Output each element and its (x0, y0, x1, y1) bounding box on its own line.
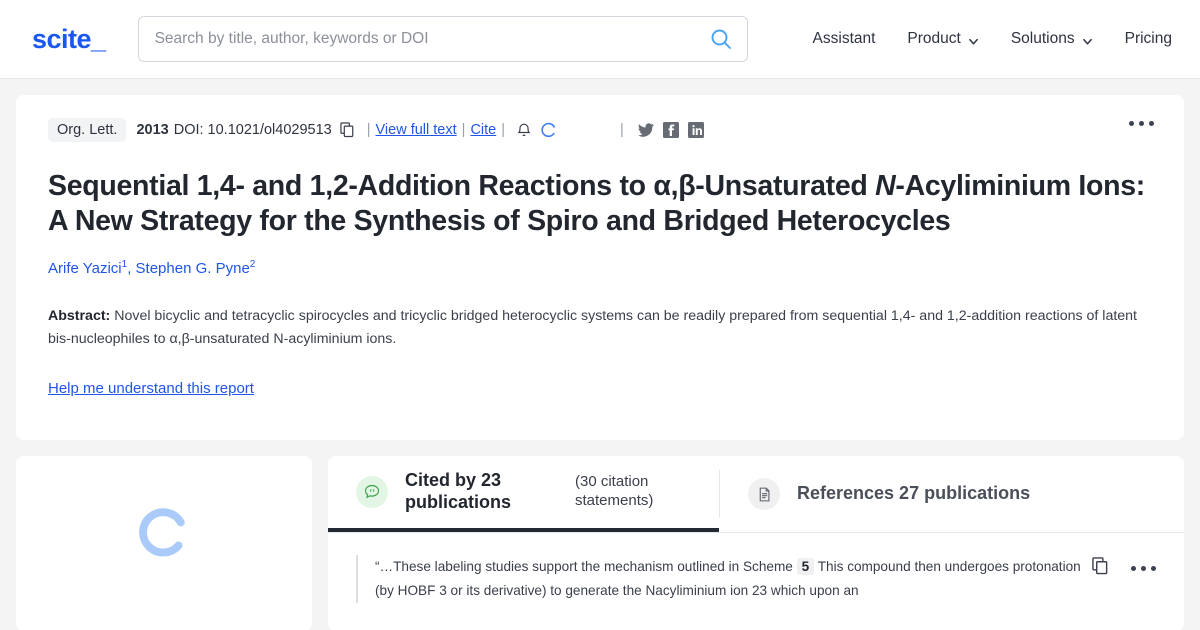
help-understand-report-link[interactable]: Help me understand this report (48, 380, 254, 397)
author-link-1[interactable]: Arife Yazici1 (48, 259, 127, 277)
dot (1149, 121, 1154, 126)
dot (1129, 121, 1134, 126)
tab-references[interactable]: References 27 publications (720, 456, 1054, 532)
tab-label-references: References 27 publications (797, 483, 1031, 504)
citation-statement: “…These labeling studies support the mec… (328, 533, 1184, 604)
twitter-icon[interactable] (637, 122, 654, 138)
author-affiliation-2: 2 (249, 258, 256, 270)
search-bar[interactable] (137, 16, 748, 62)
statement-actions (1092, 555, 1156, 580)
scite-logo[interactable]: scite_ (32, 24, 106, 55)
citations-panel: Cited by 23 publications (30 citation st… (328, 456, 1184, 630)
doi-text: DOI: 10.1021/ol4029513 (173, 122, 332, 138)
linkedin-icon[interactable] (687, 122, 704, 138)
citation-tabs: Cited by 23 publications (30 citation st… (328, 456, 1184, 533)
journal-badge[interactable]: Org. Lett. (48, 118, 127, 142)
title-part-1: Sequential 1,4- and 1,2-Addition Reactio… (48, 170, 876, 202)
chevron-down-icon (968, 34, 979, 45)
top-header: scite_ Assistant Product Solutions Pr (0, 0, 1200, 79)
page-title: Sequential 1,4- and 1,2-Addition Reactio… (48, 169, 1152, 239)
meta-separator: | (501, 122, 506, 138)
main-navigation: Assistant Product Solutions Pricing (813, 30, 1172, 48)
dot (1139, 121, 1144, 126)
author-separator: , (127, 259, 136, 277)
dot (1131, 566, 1136, 571)
abstract-text: Abstract: Novel bicyclic and tetracyclic… (48, 305, 1152, 351)
meta-separator: | (620, 122, 624, 138)
search-input[interactable] (154, 30, 709, 48)
citation-quote: “…These labeling studies support the mec… (356, 555, 1092, 604)
lower-section: Cited by 23 publications (30 citation st… (16, 456, 1184, 630)
document-icon (748, 478, 780, 510)
search-icon[interactable] (709, 27, 733, 51)
tab-sublabel-cited-by: (30 citation statements) (575, 473, 654, 509)
abstract-body: Novel bicyclic and tetracyclic spirocycl… (48, 307, 1137, 347)
nav-label-pricing: Pricing (1124, 30, 1172, 47)
citation-statement-text: “…These labeling studies support the mec… (375, 555, 1092, 603)
nav-label-product: Product (907, 30, 961, 47)
statement-highlight: 5 (796, 558, 815, 575)
loading-spinner-icon (541, 122, 557, 138)
social-share-group (637, 122, 704, 138)
nav-item-pricing[interactable]: Pricing (1125, 30, 1172, 48)
nav-item-assistant[interactable]: Assistant (813, 30, 876, 48)
citation-quote-icon (356, 476, 388, 508)
nav-label-assistant: Assistant (812, 30, 876, 47)
paper-meta-row: Org. Lett. 2013 DOI: 10.1021/ol4029513 |… (48, 115, 1152, 145)
sidebar-panel (16, 456, 312, 630)
title-italic-n: N (875, 170, 896, 202)
abstract-label: Abstract: (48, 307, 111, 324)
loading-spinner-icon (136, 504, 192, 560)
page-body: Org. Lett. 2013 DOI: 10.1021/ol4029513 |… (0, 79, 1200, 630)
paper-detail-card: Org. Lett. 2013 DOI: 10.1021/ol4029513 |… (16, 95, 1184, 440)
author-list: Arife Yazici1, Stephen G. Pyne2 (48, 259, 1152, 277)
publication-year: 2013 (136, 122, 169, 138)
more-options-icon[interactable] (1131, 566, 1156, 571)
meta-separator: | (366, 122, 371, 138)
copy-icon[interactable] (1092, 557, 1109, 580)
dot (1141, 566, 1146, 571)
nav-label-solutions: Solutions (1010, 30, 1075, 47)
author-link-2[interactable]: Stephen G. Pyne2 (135, 258, 256, 277)
tab-label-cited-by: Cited by 23 publications (405, 470, 512, 512)
facebook-icon[interactable] (662, 122, 679, 138)
view-full-text-link[interactable]: View full text (376, 122, 457, 138)
author-name-2: Stephen G. Pyne (135, 259, 250, 277)
statement-text-before: “…These labeling studies support the mec… (375, 559, 797, 574)
more-options-icon[interactable] (1129, 121, 1154, 126)
author-name-1: Arife Yazici (48, 259, 122, 277)
meta-separator: | (461, 122, 466, 138)
bell-icon[interactable] (517, 122, 531, 138)
dot (1151, 566, 1156, 571)
tab-cited-by[interactable]: Cited by 23 publications (30 citation st… (328, 456, 719, 532)
chevron-down-icon (1082, 34, 1093, 45)
cite-link[interactable]: Cite (470, 122, 496, 138)
nav-item-product[interactable]: Product (907, 30, 978, 48)
copy-icon[interactable] (340, 122, 355, 138)
nav-item-solutions[interactable]: Solutions (1011, 30, 1093, 48)
